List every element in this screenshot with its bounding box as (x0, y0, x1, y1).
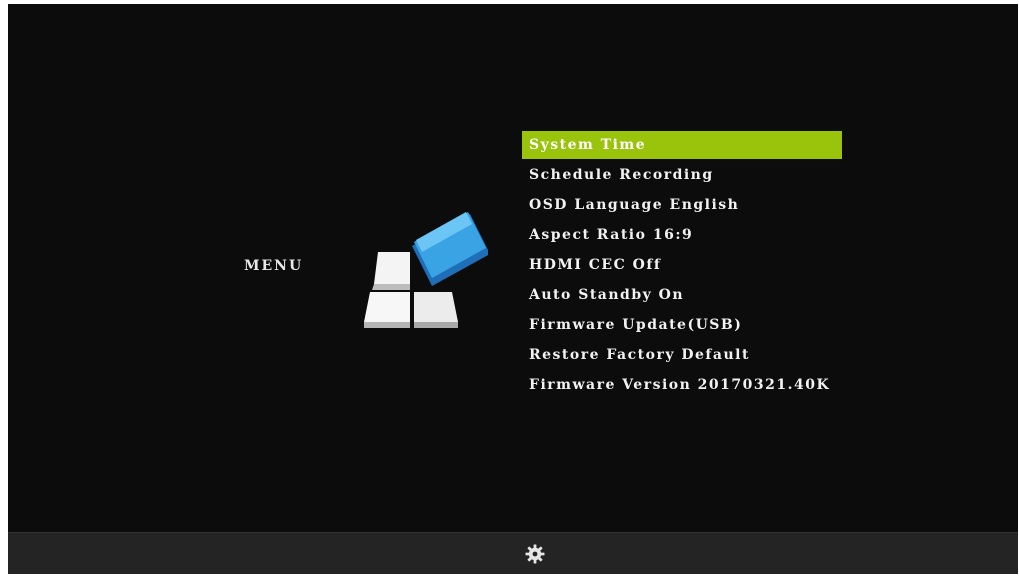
settings-cube-logo (364, 212, 488, 328)
menu-item-osd-language-english[interactable]: OSD Language English (522, 191, 842, 219)
menu-item-auto-standby-on[interactable]: Auto Standby On (522, 281, 842, 309)
menu-item-restore-factory-default[interactable]: Restore Factory Default (522, 341, 842, 369)
menu-item-firmware-version-20170321-40k[interactable]: Firmware Version 20170321.40K (522, 371, 842, 399)
settings-menu-list: System Time Schedule Recording OSD Languag… (522, 131, 842, 401)
bottom-bar (8, 532, 1018, 574)
tv-screen: MENU System Time Schedule Recording OSD La… (8, 4, 1018, 574)
menu-item-aspect-ratio-16-9[interactable]: Aspect Ratio 16:9 (522, 221, 842, 249)
menu-item-system-time[interactable]: System Time (522, 131, 842, 159)
menu-item-firmware-update-usb[interactable]: Firmware Update(USB) (522, 311, 842, 339)
menu-item-hdmi-cec-off[interactable]: HDMI CEC Off (522, 251, 842, 279)
gear-icon[interactable] (525, 544, 545, 564)
menu-item-schedule-recording[interactable]: Schedule Recording (522, 161, 842, 189)
menu-title: MENU (244, 258, 304, 274)
